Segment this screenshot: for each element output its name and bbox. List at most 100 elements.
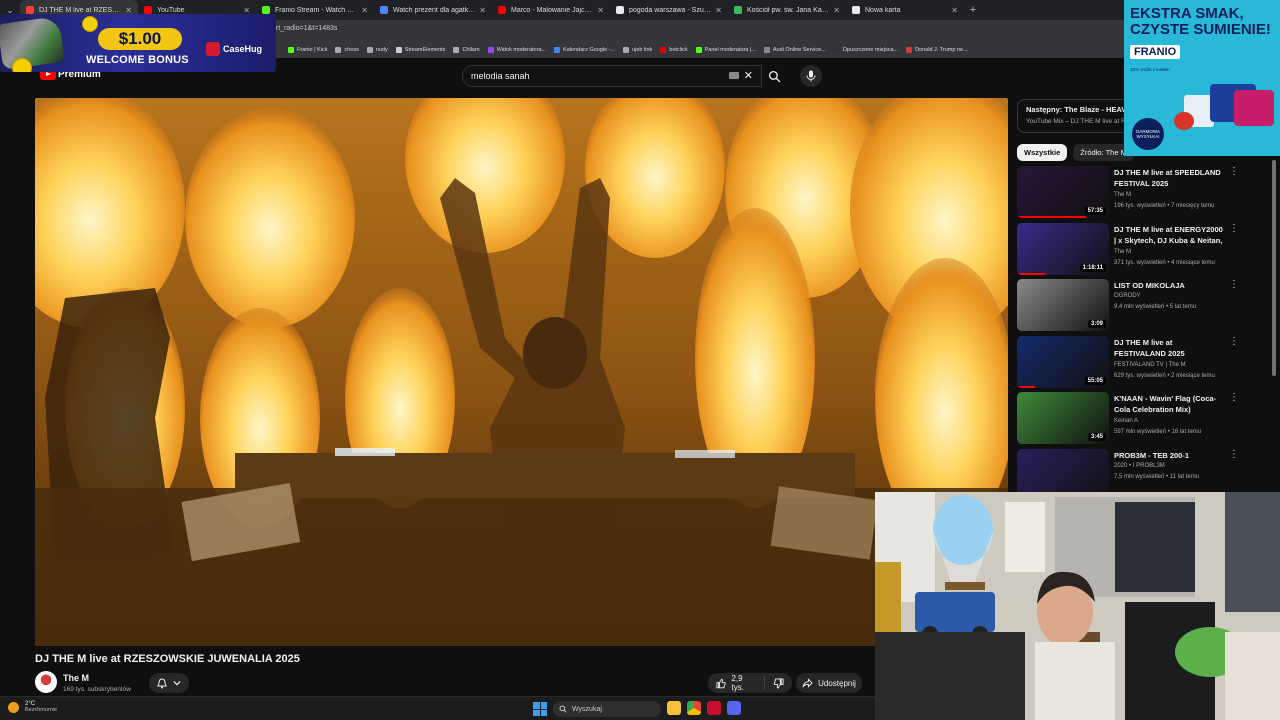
recommended-video-title: DJ THE M live at SPEEDLAND FESTIVAL 2025 bbox=[1114, 168, 1221, 188]
close-tab-icon[interactable]: ✕ bbox=[715, 6, 722, 15]
recommended-video[interactable]: 3:45 K'NAAN - Wavin' Flag (Coca-Cola Cele… bbox=[1017, 392, 1245, 444]
windows-logo-icon bbox=[540, 709, 547, 716]
tab-favicon-icon bbox=[26, 6, 34, 14]
keyboard-icon[interactable] bbox=[729, 72, 739, 79]
video-player[interactable] bbox=[35, 98, 1008, 646]
bookmark-item[interactable]: chess bbox=[335, 47, 359, 53]
like-button[interactable]: 2,9 tys. bbox=[708, 674, 765, 692]
close-tab-icon[interactable]: ✕ bbox=[361, 6, 368, 15]
video-thumbnail[interactable]: 57:35 bbox=[1017, 166, 1109, 218]
browser-tab[interactable]: Kościół pw. św. Jana Kantego ✕ bbox=[728, 0, 846, 20]
bookmark-favicon-icon bbox=[906, 47, 913, 53]
file-explorer-icon[interactable] bbox=[667, 701, 681, 715]
chrome-icon[interactable] bbox=[687, 701, 701, 715]
voice-search-button[interactable] bbox=[800, 65, 822, 87]
tab-title: pogoda warszawa - Szukaj w G bbox=[629, 6, 712, 14]
more-options-icon[interactable]: ⋮ bbox=[1229, 223, 1239, 235]
url-text[interactable]: art_radio=1&t=1483s bbox=[272, 25, 337, 32]
app-icon[interactable] bbox=[707, 701, 721, 715]
video-thumbnail[interactable]: 3:09 bbox=[1017, 279, 1109, 331]
browser-tab[interactable]: Watch prezent dla agatki, dark ✕ bbox=[374, 0, 492, 20]
channel-avatar[interactable] bbox=[35, 671, 57, 693]
recommended-video[interactable]: 3:09 LIST OD MIKOLAJA OGRODY 9,4 mln wyświe… bbox=[1017, 279, 1245, 331]
weapon-skin-image bbox=[0, 15, 65, 71]
recommended-video[interactable]: 55:05 DJ THE M live at FESTIVALAND 2025 FE… bbox=[1017, 335, 1245, 388]
more-options-icon[interactable]: ⋮ bbox=[1229, 392, 1239, 404]
bookmark-item[interactable]: Chilam bbox=[453, 47, 480, 53]
bookmark-favicon-icon bbox=[288, 47, 294, 53]
browser-tab[interactable]: Marco - Malowanie Jajca (Paro ✕ bbox=[492, 0, 610, 20]
recommended-video-title: DJ THE M live at ENERGY2000 | x Skytech,… bbox=[1114, 224, 1223, 245]
browser-tab[interactable]: pogoda warszawa - Szukaj w G✕ bbox=[610, 0, 728, 20]
bookmark-item[interactable]: nudy bbox=[366, 47, 388, 53]
windows-start-button[interactable] bbox=[533, 702, 547, 716]
casehug-cube-icon bbox=[206, 42, 220, 56]
channel-name[interactable]: The M bbox=[63, 673, 89, 683]
windows-taskbar: 2°C Bezchmurnie Wyszukaj bbox=[0, 696, 875, 720]
bookmark-item[interactable]: Kalendarz Google -... bbox=[554, 47, 615, 53]
bookmark-favicon-icon bbox=[395, 47, 402, 53]
recommended-video-title: LIST OD MIKOLAJA bbox=[1114, 281, 1185, 290]
bookmark-item[interactable]: ujeb link bbox=[623, 47, 652, 53]
more-options-icon[interactable]: ⋮ bbox=[1229, 449, 1239, 461]
video-thumbnail[interactable]: 3:45 bbox=[1017, 392, 1109, 444]
bookmark-item[interactable]: Franio | Kick bbox=[288, 47, 327, 53]
share-button[interactable]: Udostępnij bbox=[796, 673, 862, 693]
video-thumbnail[interactable]: 1:18:11 bbox=[1017, 222, 1109, 275]
clear-search-icon[interactable]: ✕ bbox=[744, 69, 753, 82]
bookmark-item[interactable]: StreamElements bbox=[395, 47, 446, 53]
search-input[interactable]: melodia sanah ✕ bbox=[462, 65, 762, 87]
new-tab-button[interactable]: + bbox=[964, 4, 982, 16]
close-tab-icon[interactable]: ✕ bbox=[479, 6, 486, 15]
up-next-subtitle: YouTube Mix – DJ THE M live at R bbox=[1026, 118, 1126, 125]
tab-favicon-icon bbox=[498, 6, 506, 14]
sun-icon bbox=[8, 701, 19, 713]
recommended-video-meta: 196 tys. wyświetleń • 7 miesięcy temu bbox=[1114, 203, 1215, 209]
recommended-video-meta: 9,4 mln wyświetleń • 5 lat temu bbox=[1114, 304, 1197, 310]
filter-chip[interactable]: Wszystkie bbox=[1017, 144, 1068, 161]
video-thumbnail[interactable]: 55:05 bbox=[1017, 335, 1109, 388]
bookmark-label: Audi Online Service... bbox=[772, 47, 826, 53]
close-tab-icon[interactable]: ✕ bbox=[597, 6, 604, 15]
taskbar-search[interactable]: Wyszukaj bbox=[553, 701, 661, 717]
share-label: Udostępnij bbox=[818, 678, 856, 688]
bookmark-item[interactable]: Audi Online Service... bbox=[763, 47, 826, 53]
more-options-icon[interactable]: ⋮ bbox=[1229, 166, 1239, 178]
recommended-video[interactable]: 1:18:11 DJ THE M live at ENERGY2000 | x S… bbox=[1017, 222, 1245, 275]
microphone-icon bbox=[806, 70, 816, 82]
discord-icon[interactable] bbox=[727, 701, 741, 715]
bookmark-item[interactable]: Donald J. Trump ne... bbox=[906, 47, 968, 53]
streamer-webcam-overlay bbox=[875, 492, 1280, 720]
sidebar-scrollbar[interactable] bbox=[1272, 160, 1276, 376]
bookmark-item[interactable]: Panel moderatora |... bbox=[695, 47, 756, 53]
close-tab-icon[interactable]: ✕ bbox=[951, 6, 958, 15]
dislike-button[interactable] bbox=[765, 677, 792, 689]
notification-bell-button[interactable] bbox=[149, 673, 189, 693]
search-button[interactable] bbox=[762, 65, 786, 87]
recommended-video-meta: 7,5 mln wyświetleń • 11 lat temu bbox=[1114, 473, 1200, 480]
casehug-logo: CaseHug bbox=[206, 42, 262, 56]
recommended-video-title: K'NAAN - Wavin' Flag (Coca-Cola Celebrat… bbox=[1114, 394, 1217, 414]
tab-favicon-icon bbox=[144, 6, 152, 14]
more-options-icon[interactable]: ⋮ bbox=[1229, 279, 1239, 291]
bookmark-label: StreamElements bbox=[404, 47, 446, 53]
tab-title: DJ THE M live at RZESZOWSKI bbox=[39, 6, 122, 14]
recommended-video-title: PROB3M - TEB 200-1 bbox=[1114, 450, 1190, 460]
bookmark-favicon-icon bbox=[366, 47, 373, 53]
more-options-icon[interactable]: ⋮ bbox=[1229, 336, 1239, 348]
weather-widget[interactable]: 2°C Bezchmurnie bbox=[8, 701, 57, 713]
bookmark-item[interactable]: Widok moderatora... bbox=[487, 47, 546, 53]
search-icon bbox=[559, 705, 567, 713]
recommended-video[interactable]: 57:35 DJ THE M live at SPEEDLAND FESTIVAL… bbox=[1017, 166, 1245, 218]
bookmark-item[interactable]: Opuszczone miejsca... bbox=[833, 47, 898, 53]
bookmark-favicon-icon bbox=[763, 47, 770, 53]
video-frame-dj-flames bbox=[35, 98, 1008, 646]
recommended-video-channel: The M bbox=[1114, 248, 1132, 255]
bookmark-item[interactable]: betclick bbox=[660, 47, 688, 53]
browser-tab[interactable]: Nowa karta ✕ bbox=[846, 0, 964, 20]
up-next-card[interactable]: Następny: The Blaze - HEAVEN YouTube Mix… bbox=[1017, 99, 1129, 133]
close-tab-icon[interactable]: ✕ bbox=[833, 6, 840, 15]
franio-food-ad-overlay: EKSTRA SMAK, CZYSTE SUMIENIE! FRANIO 10%… bbox=[1124, 0, 1280, 156]
video-duration: 3:09 bbox=[1087, 320, 1106, 328]
recommended-video-channel: The M bbox=[1114, 192, 1132, 198]
